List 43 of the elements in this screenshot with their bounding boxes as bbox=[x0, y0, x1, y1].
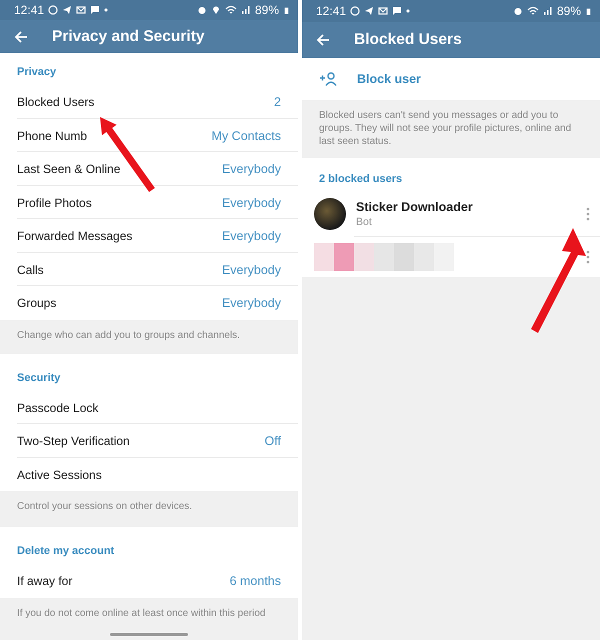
status-time: 12:41 bbox=[14, 3, 44, 18]
screen-title: Blocked Users bbox=[354, 31, 462, 49]
signal-icon bbox=[240, 5, 251, 16]
back-arrow-icon[interactable] bbox=[14, 30, 28, 44]
settings-row[interactable]: Profile Photos Everybody bbox=[0, 186, 298, 220]
info-text: Blocked users can't send you messages or add you to groups. They will not see your profile pictures, online and last seen status. bbox=[302, 100, 600, 158]
user-name: Sticker Downloader bbox=[356, 200, 474, 214]
add-person-icon bbox=[319, 72, 337, 86]
settings-row[interactable]: Passcode Lock bbox=[0, 390, 298, 424]
paper-plane-icon bbox=[62, 5, 72, 16]
dot-icon bbox=[104, 8, 108, 12]
message-icon bbox=[392, 6, 402, 16]
battery-percentage: 89% bbox=[556, 4, 581, 18]
more-options-icon[interactable] bbox=[586, 250, 590, 264]
settings-row[interactable]: Active Sessions bbox=[0, 458, 298, 492]
user-subtitle: Bot bbox=[356, 216, 373, 228]
avatar bbox=[314, 198, 346, 230]
settings-row[interactable]: Blocked Users 2 bbox=[0, 85, 298, 119]
mail-icon bbox=[378, 6, 388, 16]
battery-icon bbox=[585, 8, 592, 14]
message-icon bbox=[90, 5, 100, 16]
settings-row[interactable]: Calls Everybody bbox=[0, 252, 298, 286]
battery-icon bbox=[283, 6, 290, 14]
settings-row[interactable]: Forwarded Messages Everybody bbox=[0, 219, 298, 253]
signal-icon bbox=[542, 6, 553, 16]
section-header: Privacy bbox=[0, 53, 298, 86]
section-header: Delete my account bbox=[0, 527, 298, 564]
more-options-icon[interactable] bbox=[586, 207, 590, 221]
back-arrow-icon[interactable] bbox=[316, 33, 330, 47]
dot-icon bbox=[406, 9, 410, 13]
location-icon bbox=[210, 5, 221, 16]
status-time: 12:41 bbox=[316, 4, 346, 18]
paper-plane-icon bbox=[364, 6, 374, 16]
battery-percentage: 89% bbox=[254, 3, 279, 18]
settings-row[interactable]: Phone Numb My Contacts bbox=[0, 118, 298, 152]
section-header: Security bbox=[0, 354, 298, 391]
settings-row[interactable]: Two-Step Verification Off bbox=[0, 424, 298, 458]
screen-title: Privacy and Security bbox=[52, 28, 204, 46]
wifi-icon bbox=[526, 5, 539, 17]
mail-icon bbox=[76, 5, 86, 16]
settings-row[interactable]: Groups Everybody bbox=[0, 286, 298, 320]
settings-row[interactable]: If away for 6 months bbox=[0, 564, 298, 598]
settings-row[interactable]: Last Seen & Online Everybody bbox=[0, 152, 298, 186]
